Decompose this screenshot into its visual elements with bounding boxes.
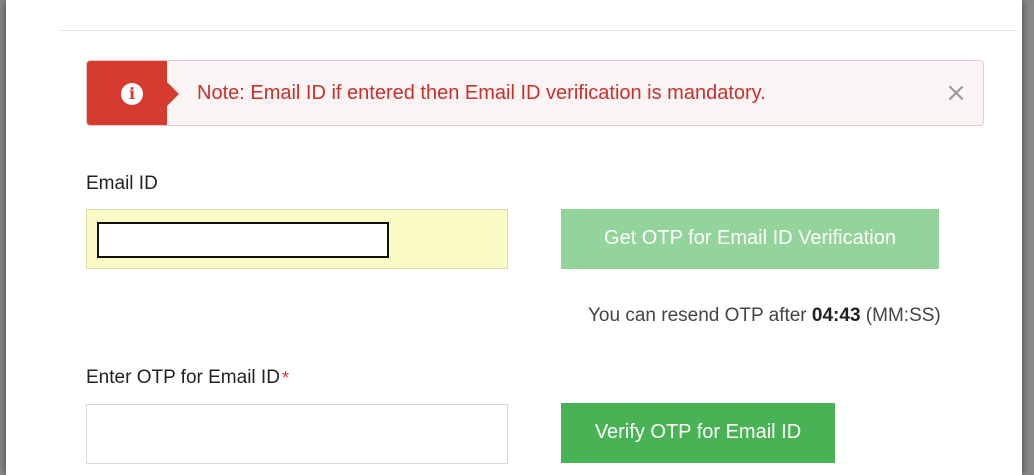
otp-label-text: Enter OTP for Email ID — [86, 367, 280, 388]
resend-timer-text: You can resend OTP after 04:43 (MM:SS) — [588, 304, 941, 328]
alert-icon-box: i — [87, 61, 179, 125]
form-panel: i Note: Email ID if entered then Email I… — [6, 0, 1022, 475]
resend-suffix: (MM:SS) — [860, 305, 941, 326]
get-otp-button[interactable]: Get OTP for Email ID Verification — [561, 209, 939, 269]
email-field[interactable] — [86, 209, 508, 269]
otp-label: Enter OTP for Email ID * — [86, 366, 289, 390]
verify-otp-button[interactable]: Verify OTP for Email ID — [561, 403, 835, 463]
alert-text: Note: Email ID if entered then Email ID … — [197, 82, 766, 104]
resend-prefix: You can resend OTP after — [588, 305, 812, 326]
alert-banner: i Note: Email ID if entered then Email I… — [86, 60, 984, 126]
email-label: Email ID — [86, 173, 158, 194]
required-asterisk: * — [281, 368, 289, 388]
info-icon: i — [121, 83, 143, 105]
resend-timer: 04:43 — [811, 305, 861, 326]
divider — [60, 30, 1018, 31]
email-field-inner[interactable] — [97, 222, 389, 258]
otp-input[interactable] — [86, 404, 508, 464]
close-icon[interactable]: × — [945, 80, 967, 106]
